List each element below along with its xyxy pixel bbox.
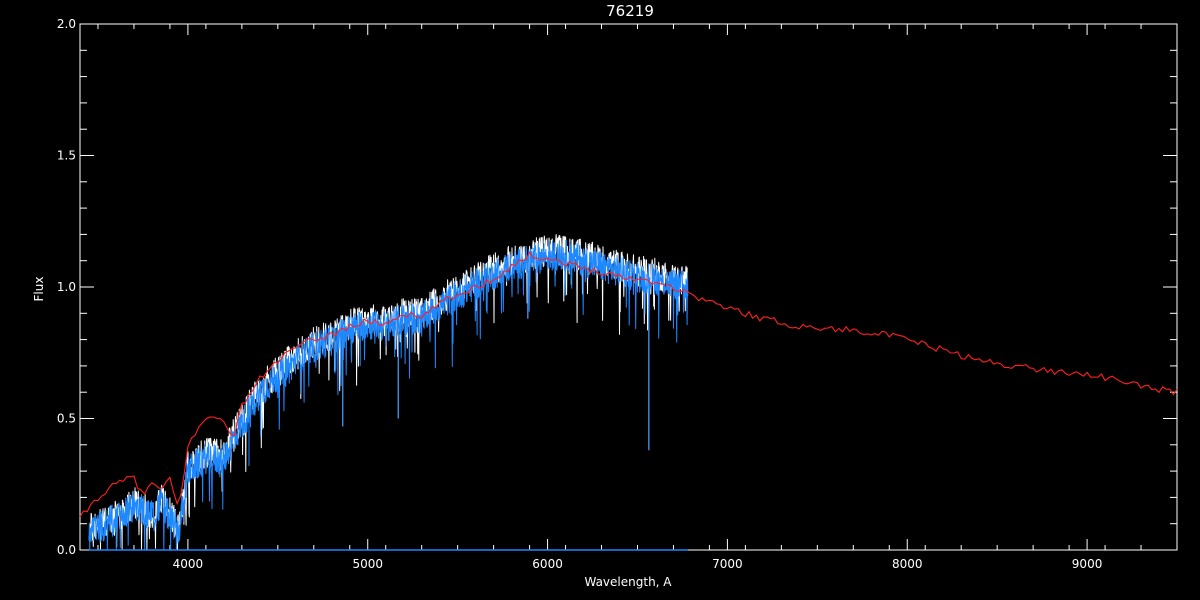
y-tick-label: 0.0 <box>57 543 76 557</box>
model-series-line <box>79 251 1178 517</box>
x-tick-label: 9000 <box>1072 557 1103 571</box>
chart-stage: 76219 4000 5000 6000 7000 8000 9000 0.0 0.5 1.0… <box>0 0 1200 600</box>
y-axis-label: Flux <box>32 277 46 302</box>
x-tick-label: 6000 <box>532 557 563 571</box>
spectrum-chart: 76219 4000 5000 6000 7000 8000 9000 0.0 0.5 1.0… <box>32 2 1178 589</box>
y-tick-label: 0.5 <box>57 412 76 426</box>
x-tick-label: 8000 <box>892 557 923 571</box>
spectrum-series-line <box>88 234 689 551</box>
x-tick-label: 4000 <box>173 557 204 571</box>
x-tick-label: 5000 <box>352 557 383 571</box>
x-tick-label: 7000 <box>712 557 743 571</box>
x-axis-ticks: 4000 5000 6000 7000 8000 9000 <box>97 24 1178 571</box>
y-axis-ticks: 0.0 0.5 1.0 1.5 2.0 <box>57 17 1177 557</box>
y-tick-label: 1.5 <box>57 149 76 163</box>
x-axis-label: Wavelength, A <box>584 575 672 589</box>
y-tick-label: 1.0 <box>57 280 76 294</box>
y-tick-label: 2.0 <box>57 17 76 31</box>
series-layer <box>79 234 1178 551</box>
spectrum-series-line <box>88 239 689 551</box>
chart-title: 76219 <box>606 2 654 20</box>
